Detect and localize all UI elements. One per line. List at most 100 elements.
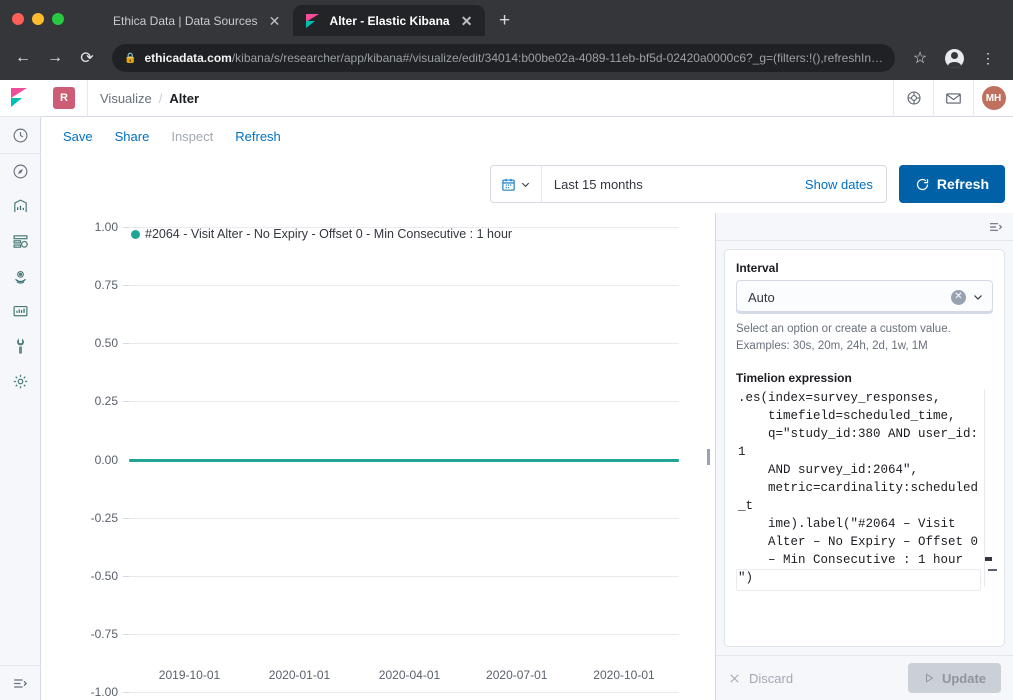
x-tick-label: 2020-04-01	[379, 668, 440, 682]
collapse-nav-icon	[12, 675, 29, 692]
sidebar-item-maps[interactable]	[0, 259, 41, 294]
chevron-down-icon[interactable]	[972, 291, 984, 303]
collapse-panel-button[interactable]	[988, 219, 1004, 235]
url-text: ethicadata.com/kibana/s/researcher/app/k…	[144, 51, 883, 65]
y-tick-label: 0.25	[95, 394, 125, 408]
header-divider	[87, 80, 88, 117]
sidebar-item-canvas[interactable]	[0, 294, 41, 329]
browser-chrome: Ethica Data | Data Sources ✕ Alter - Ela…	[0, 0, 1013, 80]
side-navigation	[0, 80, 41, 700]
y-tick-label: 0.75	[95, 278, 125, 292]
timelion-editor-panel: Interval Auto ✕ Select an option or crea…	[715, 213, 1013, 700]
sidebar-item-dashboard[interactable]	[0, 224, 41, 259]
toolbar-right: ☆ ⋮	[905, 43, 1003, 73]
compass-icon	[12, 163, 29, 180]
refresh-query-button[interactable]: Refresh	[899, 165, 1005, 203]
kibana-header: R Visualize / Alter	[41, 80, 1013, 117]
calendar-dropdown-button[interactable]	[491, 165, 542, 203]
gridline	[129, 576, 679, 577]
maximize-window-button[interactable]	[52, 13, 64, 25]
timelion-chart[interactable]: #2064 - Visit Alter - No Expiry - Offset…	[41, 213, 701, 700]
visualization-action-bar: Save Share Inspect Refresh	[41, 117, 1013, 155]
interval-combobox[interactable]: Auto ✕	[736, 280, 993, 314]
panel-resize-handle[interactable]	[701, 213, 715, 700]
chart-inner: #2064 - Visit Alter - No Expiry - Offset…	[41, 213, 701, 700]
new-tab-button[interactable]: +	[491, 6, 519, 34]
gridline	[129, 343, 679, 344]
close-icon	[728, 672, 741, 685]
lock-icon: 🔒	[124, 53, 136, 64]
sidebar-item-recently-viewed[interactable]	[0, 117, 41, 154]
editor-footer: Discard Update	[716, 655, 1013, 700]
expression-input[interactable]: .es(index=survey_responses, timefield=sc…	[736, 387, 993, 589]
update-button: Update	[908, 663, 1001, 693]
close-window-button[interactable]	[12, 13, 24, 25]
series-line-2064[interactable]	[129, 459, 679, 462]
map-pin-icon	[12, 268, 29, 285]
user-menu-button[interactable]: MH	[973, 80, 1013, 117]
bookmark-star-icon[interactable]: ☆	[905, 43, 935, 73]
scrollbar-thumb[interactable]	[985, 557, 992, 561]
close-tab-button[interactable]: ✕	[459, 13, 475, 29]
presentation-icon	[12, 303, 29, 320]
avatar: MH	[982, 86, 1006, 110]
gridline	[129, 285, 679, 286]
share-button[interactable]: Share	[115, 129, 150, 144]
space-badge[interactable]: R	[53, 87, 75, 109]
expression-active-line	[736, 569, 981, 591]
editor-body: Interval Auto ✕ Select an option or crea…	[716, 241, 1013, 655]
profile-button[interactable]	[939, 43, 969, 73]
refresh-action-button[interactable]: Refresh	[235, 129, 281, 144]
clear-icon[interactable]: ✕	[951, 290, 966, 305]
header-actions: MH	[893, 80, 1013, 117]
profile-avatar-icon	[945, 49, 964, 68]
sidebar-item-dev-tools[interactable]	[0, 329, 41, 364]
save-button[interactable]: Save	[63, 129, 93, 144]
breadcrumb-visualize[interactable]: Visualize	[100, 91, 152, 106]
address-bar[interactable]: 🔒 ethicadata.com/kibana/s/researcher/app…	[112, 44, 895, 72]
expression-editor[interactable]: .es(index=survey_responses, timefield=sc…	[736, 387, 993, 589]
gridline	[129, 401, 679, 402]
back-button[interactable]: ←	[8, 43, 38, 73]
clock-icon	[12, 127, 29, 144]
x-tick-label: 2020-07-01	[486, 668, 547, 682]
play-icon	[923, 672, 935, 684]
sidebar-item-discover[interactable]	[0, 154, 41, 189]
time-range-picker[interactable]: Last 15 months Show dates	[490, 165, 887, 203]
show-dates-button[interactable]: Show dates	[792, 177, 886, 192]
interval-input[interactable]: Auto	[748, 290, 945, 305]
plot-area	[129, 213, 679, 700]
mail-button[interactable]	[933, 80, 973, 117]
tab-title: Ethica Data | Data Sources	[113, 14, 258, 28]
main-content: R Visualize / Alter	[41, 80, 1013, 700]
discard-button: Discard	[728, 671, 793, 686]
minimize-window-button[interactable]	[32, 13, 44, 25]
x-tick-label: 2020-10-01	[593, 668, 654, 682]
close-tab-button[interactable]: ✕	[267, 13, 283, 29]
browser-tab-ethica-data[interactable]: Ethica Data | Data Sources ✕	[76, 5, 293, 36]
discard-label: Discard	[749, 671, 793, 686]
interval-label: Interval	[736, 261, 993, 275]
calendar-icon	[501, 177, 516, 192]
refresh-button-label: Refresh	[937, 176, 989, 192]
breadcrumb-current: Alter	[169, 91, 199, 106]
forward-button[interactable]: →	[40, 43, 70, 73]
help-icon	[906, 90, 922, 106]
time-range-value[interactable]: Last 15 months	[542, 177, 792, 192]
y-tick-label: 0.50	[95, 336, 125, 350]
reload-button[interactable]: ⟳	[72, 43, 102, 73]
browser-tab-alter-kibana[interactable]: Alter - Elastic Kibana ✕	[293, 5, 485, 36]
expression-scrollbar[interactable]	[984, 389, 993, 587]
sidebar-item-management[interactable]	[0, 364, 41, 399]
collapse-nav-button[interactable]	[0, 665, 41, 700]
url-path: /kibana/s/researcher/app/kibana#/visuali…	[232, 51, 883, 65]
x-tick-label: 2020-01-01	[269, 668, 330, 682]
three-dots-icon: ⋮	[980, 51, 996, 65]
sidebar-item-visualize[interactable]	[0, 189, 41, 224]
y-tick-label: 1.00	[95, 220, 125, 234]
gridline	[129, 227, 679, 228]
browser-menu-button[interactable]: ⋮	[973, 43, 1003, 73]
help-button[interactable]	[893, 80, 933, 117]
update-label: Update	[942, 671, 986, 686]
kibana-logo[interactable]	[0, 80, 41, 117]
